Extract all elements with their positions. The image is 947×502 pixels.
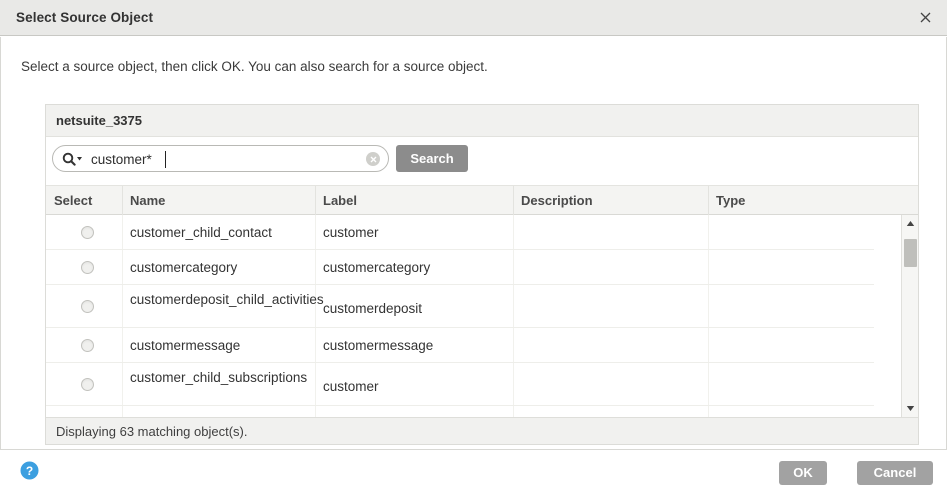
status-text: Displaying 63 matching object(s). xyxy=(56,424,248,439)
column-header-select[interactable]: Select xyxy=(54,193,92,208)
cell-label: customer xyxy=(323,379,379,394)
table-row[interactable]: customermessage customermessage xyxy=(46,328,874,363)
search-dropdown-icon[interactable] xyxy=(62,150,88,168)
column-header-label[interactable]: Label xyxy=(323,193,357,208)
dialog-footer: ? OK Cancel xyxy=(0,449,947,502)
cell-label: customermessage xyxy=(323,338,434,353)
table-row[interactable]: customercategory customercategory xyxy=(46,250,874,285)
scroll-up-arrow-icon[interactable] xyxy=(902,215,918,232)
ok-button[interactable]: OK xyxy=(779,461,827,485)
cell-name: customerdeposit_child_activities xyxy=(130,292,324,307)
row-select-radio[interactable] xyxy=(81,261,94,274)
column-header-description[interactable]: Description xyxy=(521,193,593,208)
cell-name: customercategory xyxy=(130,260,238,275)
text-caret xyxy=(165,151,166,168)
search-box[interactable] xyxy=(52,145,389,172)
panel-header: netsuite_3375 xyxy=(46,105,918,137)
dialog-body: Select a source object, then click OK. Y… xyxy=(0,37,947,449)
scrollbar-thumb[interactable] xyxy=(904,239,917,267)
connection-name-label: netsuite_3375 xyxy=(56,113,142,128)
row-select-radio[interactable] xyxy=(81,378,94,391)
cancel-button[interactable]: Cancel xyxy=(857,461,933,485)
table-row[interactable]: customer_child_contact customer xyxy=(46,215,874,250)
table-scrollbar[interactable] xyxy=(901,215,918,417)
help-icon[interactable]: ? xyxy=(20,461,39,480)
source-object-panel: netsuite_3375 customer* Search Select Na… xyxy=(45,104,919,445)
column-header-type[interactable]: Type xyxy=(716,193,745,208)
table-row[interactable]: customerdeposit_child_activities custome… xyxy=(46,285,874,328)
status-bar: Displaying 63 matching object(s). xyxy=(46,417,918,444)
column-header-name[interactable]: Name xyxy=(130,193,165,208)
row-select-radio[interactable] xyxy=(81,339,94,352)
search-row: Search xyxy=(46,137,918,186)
search-input[interactable] xyxy=(91,150,361,169)
scroll-down-arrow-icon[interactable] xyxy=(902,400,918,417)
clear-input-icon[interactable] xyxy=(366,152,380,166)
column-divider xyxy=(315,186,316,215)
table-row[interactable]: customer_child_subscriptions customer xyxy=(46,363,874,406)
cell-label: customer xyxy=(323,225,379,240)
column-divider xyxy=(513,186,514,215)
column-divider xyxy=(122,186,123,215)
cell-name: customermessage xyxy=(130,338,241,353)
cell-name: customer_child_subscriptions xyxy=(130,370,308,385)
column-divider xyxy=(708,186,709,215)
dialog-titlebar: Select Source Object xyxy=(0,0,947,36)
row-select-radio[interactable] xyxy=(81,226,94,239)
svg-text:?: ? xyxy=(26,464,33,478)
cell-name: customer_child_contact xyxy=(130,225,272,240)
table-header: Select Name Label Description Type xyxy=(46,186,918,215)
search-button[interactable]: Search xyxy=(396,145,468,172)
row-select-radio[interactable] xyxy=(81,300,94,313)
dialog-title: Select Source Object xyxy=(16,10,154,25)
cell-label: customercategory xyxy=(323,260,431,275)
table-body: customer_child_contact customer customer… xyxy=(46,215,918,417)
close-icon[interactable] xyxy=(913,5,937,29)
instruction-text: Select a source object, then click OK. Y… xyxy=(21,59,488,74)
cell-label: customerdeposit xyxy=(323,301,423,316)
